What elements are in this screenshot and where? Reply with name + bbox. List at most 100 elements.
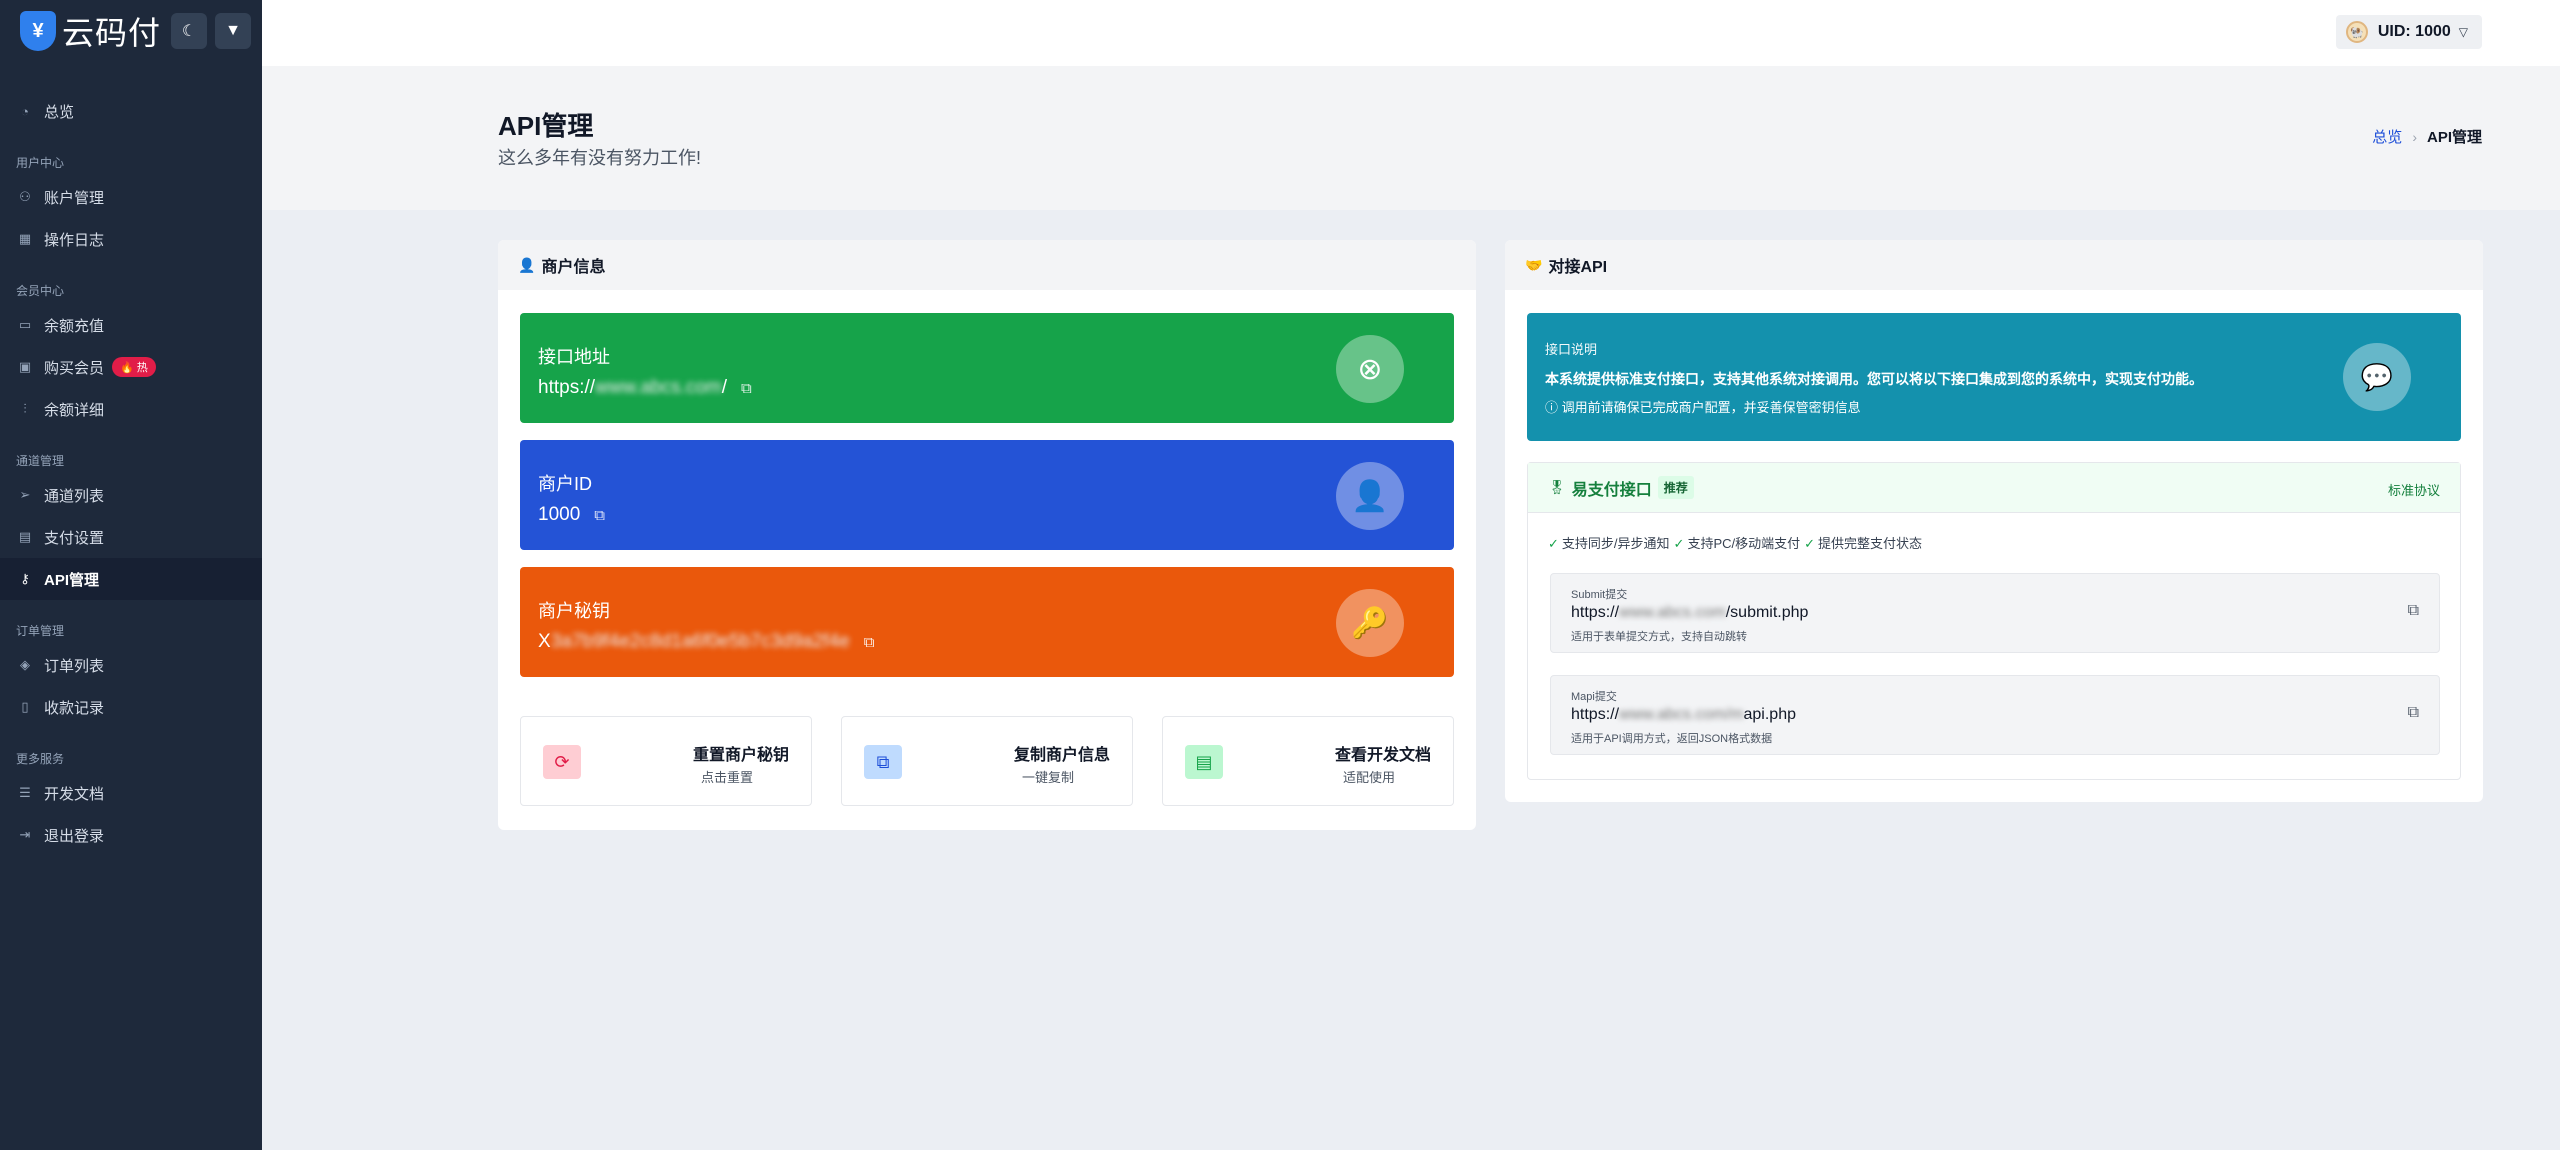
masked-key: 3a7b9f4e2c8d1a6f0e5b7c3d9a2f4e [550, 631, 850, 652]
sidebar-item-account[interactable]: ⚇ 账户管理 [0, 176, 262, 218]
breadcrumb-current: API管理 [2426, 129, 2482, 146]
user-menu[interactable]: 🐏 UID: 1000 ▽ [2335, 15, 2482, 49]
sidebar-item-orders[interactable]: ◈ 订单列表 [0, 644, 262, 686]
reset-key-button[interactable]: ⟳ 重置商户秘钥 点击重置 [520, 716, 812, 806]
merchant-key-value: X 3a7b9f4e2c8d1a6f0e5b7c3d9a2f4e ⧉ [538, 631, 874, 653]
receipt-icon: ▯ [21, 699, 29, 714]
feature-text: 提供完整支付状态 [1818, 536, 1923, 551]
copy-icon[interactable]: ⧉ [2408, 704, 2419, 722]
gift-icon: ▣ [18, 359, 32, 374]
key-icon: 🔑 [1336, 589, 1404, 657]
card-header: 👤 商户信息 [498, 240, 1476, 290]
section-title-member: 会员中心 [16, 284, 65, 298]
sidebar-item-buy-member[interactable]: ▣ 购买会员 🔥 热 [0, 346, 262, 388]
endpoint-note: 适用于API调用方式，返回JSON格式数据 [1571, 733, 1773, 745]
section-title-user: 用户中心 [16, 156, 65, 170]
endpoint-suffix: api.php [1743, 706, 1797, 723]
page-subtitle: 这么多年有没有努力工作! [498, 148, 701, 168]
dashboard-icon: ◔ [21, 103, 29, 119]
user-icon: ⚇ [19, 189, 31, 204]
recommend-badge: 推荐 [1657, 476, 1694, 499]
api-url-value: https://www.abcs.com / ⧉ [538, 377, 752, 399]
merchant-key-tile: 商户秘钥 X 3a7b9f4e2c8d1a6f0e5b7c3d9a2f4e ⧉ 🔑 [520, 567, 1454, 677]
sidebar-item-label: 开发文档 [44, 785, 105, 803]
user-icon: 👤 [1336, 462, 1404, 530]
copy-icon[interactable]: ⧉ [2408, 602, 2419, 620]
api-info-banner: 接口说明 本系统提供标准支付接口，支持其他系统对接调用。您可以将以下接口集成到您… [1527, 313, 2461, 441]
api-url-prefix: https:// [538, 377, 596, 398]
copy-icon[interactable]: ⧉ [741, 380, 752, 397]
handshake-icon: 🤝 [1525, 256, 1543, 273]
document-icon: ▤ [1185, 745, 1223, 779]
logout-icon: ⇥ [19, 827, 31, 842]
copy-icon[interactable]: ⧉ [864, 634, 875, 651]
merchant-id-text: 1000 [538, 504, 581, 525]
section-title-more: 更多服务 [16, 752, 65, 766]
feature-list: ✓ 支持同步/异步通知 ✓ 支持PC/移动端支付 ✓ 提供完整支付状态 [1548, 533, 1926, 552]
feature-item: ✓ 提供完整支付状态 [1804, 533, 1922, 552]
send-icon: ➢ [19, 487, 31, 502]
endpoint-url: https://www.abcs.com/submit.php [1571, 604, 1808, 622]
sidebar-item-label: 总览 [44, 103, 75, 121]
sidebar-item-pay-settings[interactable]: ▤ 支付设置 [0, 516, 262, 558]
sidebar-item-logs[interactable]: ▦ 操作日志 [0, 218, 262, 260]
feature-text: 支持PC/移动端支付 [1687, 536, 1801, 551]
sidebar-item-label: 通道列表 [44, 487, 105, 505]
endpoint-prefix: https:// [1571, 604, 1620, 621]
sidebar-item-balance-detail[interactable]: ⫶ 余额详细 [0, 388, 262, 430]
copy-info-button[interactable]: ⧉ 复制商户信息 一键复制 [841, 716, 1133, 806]
user-uid: UID: 1000 [2377, 23, 2451, 40]
sidebar-item-channel-list[interactable]: ➢ 通道列表 [0, 474, 262, 516]
sidebar-item-receipts[interactable]: ▯ 收款记录 [0, 686, 262, 728]
view-docs-button[interactable]: ▤ 查看开发文档 适配使用 [1162, 716, 1454, 806]
feature-text: 支持同步/异步通知 [1561, 536, 1670, 551]
check-icon: ✓ [1673, 536, 1685, 551]
endpoint-url: https://www.abcs.com/mapi.php [1571, 706, 1796, 724]
refresh-icon: ⟳ [543, 745, 581, 779]
sidebar-item-docs[interactable]: ☰ 开发文档 [0, 772, 262, 814]
standard-protocol-link[interactable]: 标准协议 [2388, 480, 2440, 499]
endpoint-note: 适用于表单提交方式，支持自动跳转 [1571, 631, 1747, 643]
copy-icon[interactable]: ⧉ [594, 507, 605, 524]
endpoint-prefix: https:// [1571, 706, 1620, 723]
sidebar-item-overview[interactable]: ◔ 总览 [0, 90, 262, 132]
topbar: 🐏 UID: 1000 ▽ [262, 0, 2560, 66]
info-title: 接口说明 [1545, 342, 1598, 357]
epay-header: 🎖 易支付接口 推荐 标准协议 [1528, 463, 2460, 513]
merchant-id-value: 1000 ⧉ [538, 504, 605, 526]
api-url-label: 接口地址 [538, 347, 610, 367]
hot-badge: 🔥 热 [112, 357, 156, 377]
breadcrumb: 总览 › API管理 [2372, 126, 2482, 147]
merchant-key-prefix: X [538, 631, 551, 652]
sidebar-item-label: API管理 [44, 571, 100, 589]
action-subtitle: 适配使用 [1343, 770, 1396, 785]
sidebar-item-logout[interactable]: ⇥ 退出登录 [0, 814, 262, 856]
masked-domain: www.abcs.com/m [1619, 706, 1744, 723]
wallet-icon: ▭ [18, 317, 32, 332]
masked-domain: www.abcs.com [1619, 604, 1726, 621]
pin-icon[interactable]: ▼ [215, 13, 252, 49]
card-header: 🤝 对接API [1505, 240, 2483, 290]
merchant-id-label: 商户ID [538, 474, 592, 494]
logo-icon: ¥ [20, 11, 56, 51]
info-tip-text: 调用前请确保已完成商户配置，并妥善保管密钥信息 [1561, 400, 1861, 415]
sidebar-item-label: 退出登录 [44, 827, 105, 845]
layers-icon: ◈ [20, 657, 30, 672]
brand: ¥ 云码付 ☾ ▼ [0, 0, 262, 62]
breadcrumb-home[interactable]: 总览 [2372, 126, 2402, 147]
page-title: API管理 [498, 111, 594, 141]
sliders-icon: ⫶ [23, 401, 27, 416]
sidebar-item-api[interactable]: ⚷ API管理 [0, 558, 262, 600]
info-icon: ⓘ [1545, 400, 1559, 415]
feature-item: ✓ 支持PC/移动端支付 [1674, 533, 1801, 552]
sidebar-item-label: 收款记录 [44, 699, 105, 717]
api-card: 🤝 对接API 接口说明 本系统提供标准支付接口，支持其他系统对接调用。您可以将… [1505, 240, 2483, 802]
sidebar-item-recharge[interactable]: ▭ 余额充值 [0, 304, 262, 346]
action-title: 复制商户信息 [1013, 747, 1110, 764]
action-subtitle: 点击重置 [701, 770, 754, 785]
merchant-info-card: 👤 商户信息 接口地址 https://www.abcs.com / ⧉ ⊗ 商户… [498, 240, 1476, 830]
moon-icon[interactable]: ☾ [171, 13, 208, 49]
submit-endpoint: Submit提交 https://www.abcs.com/submit.php… [1550, 573, 2440, 653]
sidebar-item-label: 订单列表 [44, 657, 105, 675]
copy-icon: ⧉ [864, 745, 902, 779]
